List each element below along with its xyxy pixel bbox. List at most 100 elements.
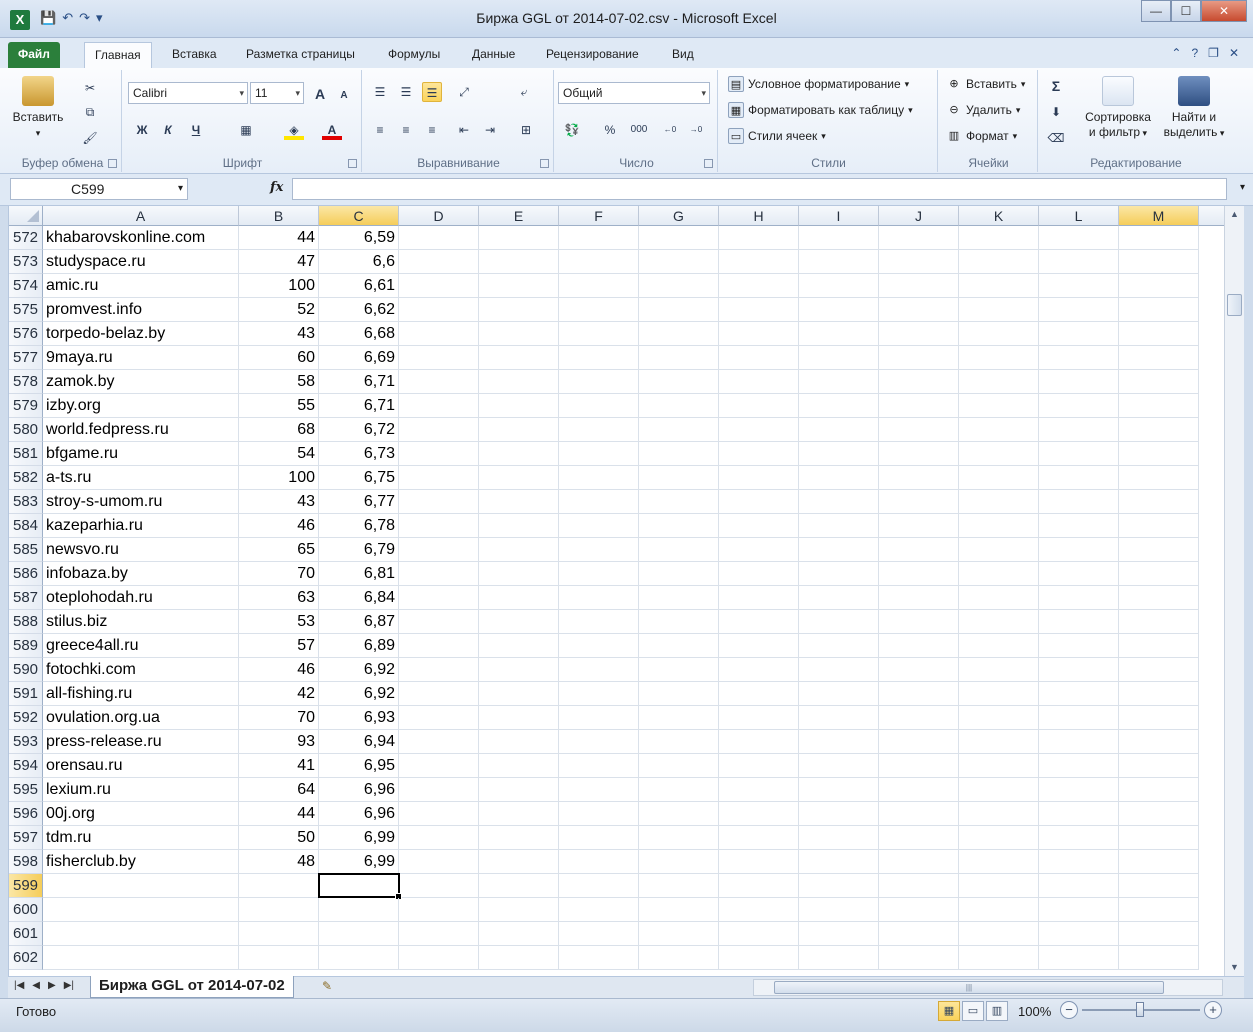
cell-g[interactable]: [639, 826, 719, 850]
cell-b[interactable]: 54: [239, 442, 319, 466]
row-header[interactable]: 574: [9, 274, 43, 298]
cell-l[interactable]: [1039, 634, 1119, 658]
row-header[interactable]: 579: [9, 394, 43, 418]
cell-b[interactable]: 52: [239, 298, 319, 322]
column-header-m[interactable]: M: [1119, 206, 1199, 226]
cell-g[interactable]: [639, 898, 719, 922]
cell-g[interactable]: [639, 850, 719, 874]
cell-h[interactable]: [719, 850, 799, 874]
cell-i[interactable]: [799, 250, 879, 274]
select-all-button[interactable]: [9, 206, 43, 226]
cell-h[interactable]: [719, 586, 799, 610]
cell-b[interactable]: 70: [239, 562, 319, 586]
cell-d[interactable]: [399, 442, 479, 466]
cell-a[interactable]: world.fedpress.ru: [43, 418, 239, 442]
cell-l[interactable]: [1039, 562, 1119, 586]
cell-g[interactable]: [639, 682, 719, 706]
cell-m[interactable]: [1119, 322, 1199, 346]
cell-k[interactable]: [959, 706, 1039, 730]
cell-i[interactable]: [799, 946, 879, 970]
row-header[interactable]: 586: [9, 562, 43, 586]
cell-m[interactable]: [1119, 370, 1199, 394]
active-cell-cursor[interactable]: [318, 873, 402, 900]
cell-e[interactable]: [479, 706, 559, 730]
cell-f[interactable]: [559, 370, 639, 394]
cell-l[interactable]: [1039, 394, 1119, 418]
cell-c[interactable]: 6,89: [319, 634, 399, 658]
cell-a[interactable]: bfgame.ru: [43, 442, 239, 466]
cell-c[interactable]: 6,84: [319, 586, 399, 610]
row-header[interactable]: 593: [9, 730, 43, 754]
cell-k[interactable]: [959, 778, 1039, 802]
next-sheet-icon[interactable]: ▶: [48, 980, 56, 991]
cell-d[interactable]: [399, 730, 479, 754]
cell-g[interactable]: [639, 514, 719, 538]
cell-h[interactable]: [719, 514, 799, 538]
cell-c[interactable]: 6,78: [319, 514, 399, 538]
cell-j[interactable]: [879, 706, 959, 730]
column-header-l[interactable]: L: [1039, 206, 1119, 226]
row-header[interactable]: 598: [9, 850, 43, 874]
cell-a[interactable]: stroy-s-umom.ru: [43, 490, 239, 514]
cell-c[interactable]: 6,71: [319, 370, 399, 394]
cell-e[interactable]: [479, 730, 559, 754]
cell-e[interactable]: [479, 682, 559, 706]
cell-j[interactable]: [879, 634, 959, 658]
bold-button[interactable]: Ж: [132, 120, 152, 140]
cell-c[interactable]: 6,61: [319, 274, 399, 298]
cell-l[interactable]: [1039, 706, 1119, 730]
cell-f[interactable]: [559, 922, 639, 946]
cell-c[interactable]: 6,72: [319, 418, 399, 442]
cell-l[interactable]: [1039, 586, 1119, 610]
cell-l[interactable]: [1039, 442, 1119, 466]
cell-d[interactable]: [399, 946, 479, 970]
row-header[interactable]: 599: [9, 874, 43, 898]
cell-c[interactable]: [319, 922, 399, 946]
cell-a[interactable]: izby.org: [43, 394, 239, 418]
cell-h[interactable]: [719, 610, 799, 634]
cell-k[interactable]: [959, 394, 1039, 418]
horizontal-scrollbar[interactable]: |||: [753, 979, 1223, 996]
cell-f[interactable]: [559, 778, 639, 802]
tab-file[interactable]: Файл: [8, 42, 60, 68]
expand-formula-bar-icon[interactable]: ▾: [1240, 182, 1245, 193]
cell-a[interactable]: [43, 898, 239, 922]
cell-b[interactable]: 48: [239, 850, 319, 874]
cell-b[interactable]: 58: [239, 370, 319, 394]
cell-k[interactable]: [959, 514, 1039, 538]
cell-k[interactable]: [959, 322, 1039, 346]
column-header-h[interactable]: H: [719, 206, 799, 226]
cell-d[interactable]: [399, 250, 479, 274]
cell-e[interactable]: [479, 634, 559, 658]
cell-j[interactable]: [879, 466, 959, 490]
cell-b[interactable]: 43: [239, 490, 319, 514]
cell-f[interactable]: [559, 298, 639, 322]
cell-b[interactable]: 44: [239, 226, 319, 250]
cell-i[interactable]: [799, 922, 879, 946]
cell-a[interactable]: amic.ru: [43, 274, 239, 298]
cell-e[interactable]: [479, 946, 559, 970]
cell-i[interactable]: [799, 730, 879, 754]
cell-b[interactable]: 64: [239, 778, 319, 802]
cell-g[interactable]: [639, 298, 719, 322]
cell-m[interactable]: [1119, 946, 1199, 970]
cell-i[interactable]: [799, 442, 879, 466]
cell-j[interactable]: [879, 442, 959, 466]
cell-c[interactable]: 6,81: [319, 562, 399, 586]
cell-l[interactable]: [1039, 658, 1119, 682]
fill-color-icon[interactable]: ◈: [284, 120, 304, 140]
restore-workbook-icon[interactable]: ❐: [1208, 46, 1219, 60]
row-header[interactable]: 583: [9, 490, 43, 514]
cell-m[interactable]: [1119, 586, 1199, 610]
cell-a[interactable]: [43, 946, 239, 970]
cell-i[interactable]: [799, 778, 879, 802]
tab-page-layout[interactable]: Разметка страницы: [236, 42, 365, 68]
cell-d[interactable]: [399, 418, 479, 442]
cell-l[interactable]: [1039, 730, 1119, 754]
cell-h[interactable]: [719, 250, 799, 274]
cell-j[interactable]: [879, 874, 959, 898]
cell-f[interactable]: [559, 514, 639, 538]
cell-d[interactable]: [399, 610, 479, 634]
cell-d[interactable]: [399, 538, 479, 562]
cell-a[interactable]: [43, 922, 239, 946]
